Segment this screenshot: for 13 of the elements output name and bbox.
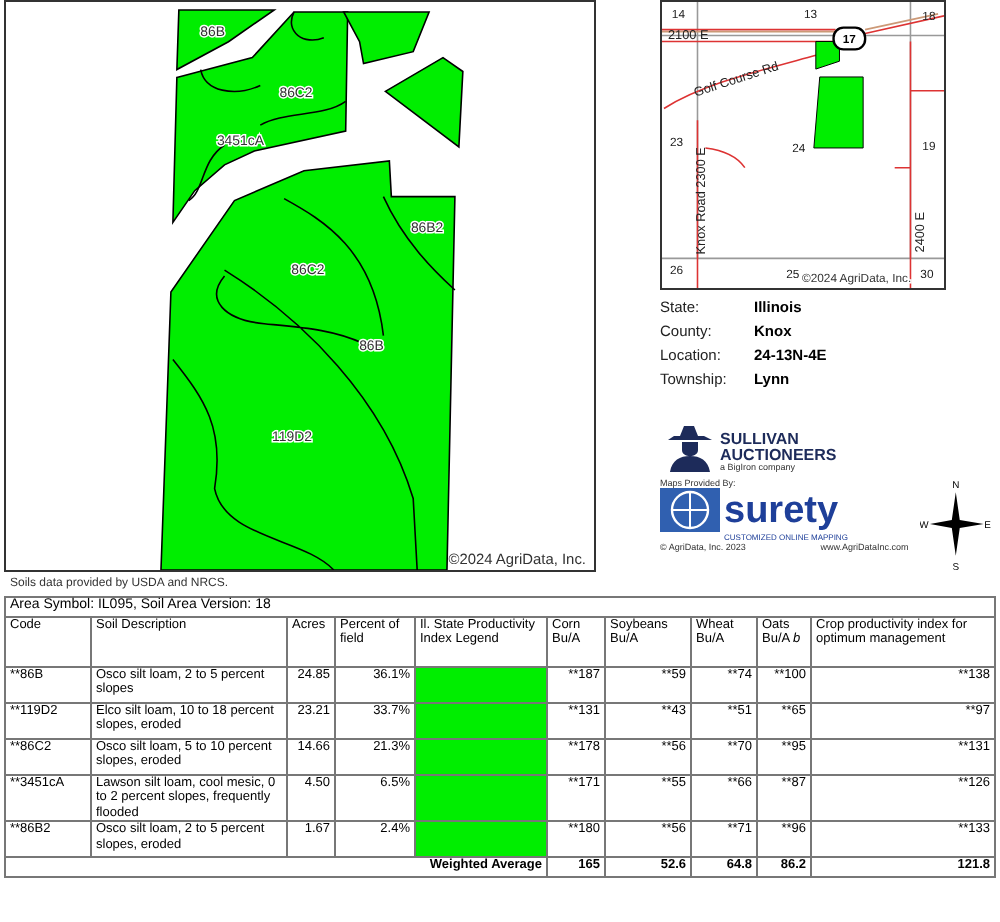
legend-swatch xyxy=(415,775,547,822)
provider-brand: surety xyxy=(724,491,839,529)
sponsor-name: SULLIVAN xyxy=(720,431,801,447)
compass-rose-icon xyxy=(930,492,985,556)
globe-icon xyxy=(660,488,720,532)
cowboy-silhouette-icon xyxy=(664,424,716,472)
legend-swatch xyxy=(415,821,547,858)
legend-swatch xyxy=(415,703,547,739)
sponsor-name: AUCTIONEERS xyxy=(720,447,837,463)
field-outline-icon xyxy=(815,40,840,70)
field-outline-icon xyxy=(813,76,864,149)
legend-swatch xyxy=(415,739,547,775)
legend-swatch xyxy=(415,667,547,703)
